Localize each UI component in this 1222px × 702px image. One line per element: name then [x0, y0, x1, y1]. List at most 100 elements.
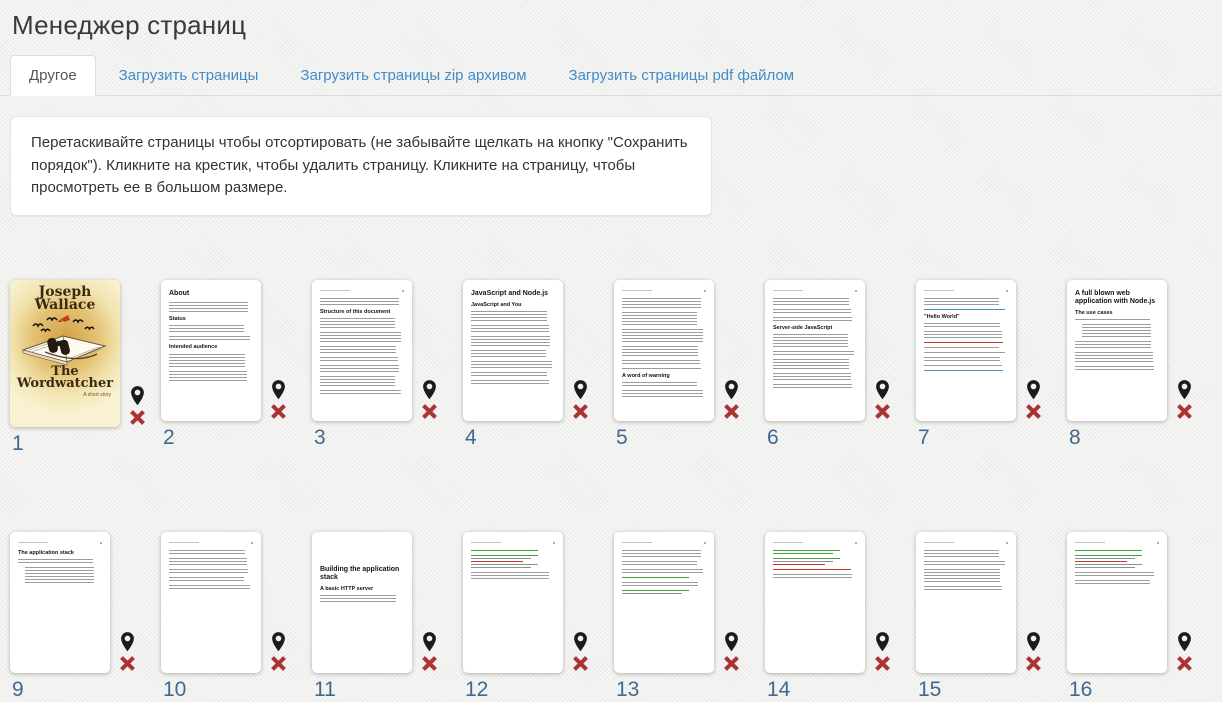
- instructions-text: Перетаскивайте страницы чтобы отсортиров…: [31, 132, 691, 200]
- page-cell: A word of warning5: [614, 280, 765, 456]
- thumb-text-lines: [320, 346, 396, 353]
- page-thumb-and-controls: [161, 532, 312, 673]
- page-thumbnail[interactable]: Structure of this document: [312, 280, 412, 421]
- page-thumbnail[interactable]: AboutStatusIntended audience: [161, 280, 261, 421]
- delete-x-icon[interactable]: [873, 654, 892, 673]
- location-pin-icon[interactable]: [1025, 379, 1042, 401]
- page-number: 12: [463, 678, 614, 702]
- thumb-code-line: [1075, 564, 1142, 565]
- delete-x-icon[interactable]: [128, 408, 147, 427]
- location-pin-icon[interactable]: [572, 379, 589, 401]
- page-thumbnail[interactable]: A full blown web application with Node.j…: [1067, 280, 1167, 421]
- delete-x-icon[interactable]: [1024, 402, 1043, 421]
- thumb-text-lines: [622, 298, 701, 308]
- tab-upload-pdf[interactable]: Загрузить страницы pdf файлом: [550, 55, 814, 96]
- thumb-text-lines: [924, 569, 1000, 582]
- delete-x-icon[interactable]: [118, 654, 137, 673]
- thumb-running-header-title: [773, 542, 803, 543]
- thumb-text-lines: [773, 351, 854, 355]
- thumb-running-header-title: [622, 290, 652, 291]
- delete-x-icon[interactable]: [571, 402, 590, 421]
- thumb-running-header-pagenum: [251, 542, 253, 544]
- page-cell: 12: [463, 532, 614, 702]
- delete-x-icon[interactable]: [269, 402, 288, 421]
- location-pin-icon[interactable]: [1176, 379, 1193, 401]
- page-controls: [420, 379, 439, 421]
- location-pin-icon[interactable]: [270, 631, 287, 653]
- location-pin-icon[interactable]: [572, 631, 589, 653]
- thumb-text-lines: [924, 586, 1002, 590]
- page-cell: JavaScript and Node.jsJavaScript and You…: [463, 280, 614, 456]
- delete-x-icon[interactable]: [1175, 654, 1194, 673]
- thumb-text-lines: [169, 577, 244, 581]
- location-pin-icon[interactable]: [874, 631, 891, 653]
- page-thumbnail[interactable]: [1067, 532, 1167, 673]
- page-cell: Structure of this document3: [312, 280, 463, 456]
- delete-x-icon[interactable]: [1175, 402, 1194, 421]
- tab-upload-pages[interactable]: Загрузить страницы: [100, 55, 278, 96]
- page-thumbnail[interactable]: JavaScript and Node.jsJavaScript and You: [463, 280, 563, 421]
- page-controls: [1024, 631, 1043, 673]
- location-pin-icon[interactable]: [723, 379, 740, 401]
- tab-upload-zip[interactable]: Загрузить страницы zip архивом: [281, 55, 545, 96]
- delete-x-icon[interactable]: [722, 654, 741, 673]
- page-thumb-and-controls: [614, 532, 765, 673]
- thumb-text-lines: [773, 569, 851, 570]
- page-thumbnail[interactable]: A word of warning: [614, 280, 714, 421]
- thumb-running-header-pagenum: [855, 542, 857, 544]
- page-thumbnail[interactable]: [765, 532, 865, 673]
- location-pin-icon[interactable]: [1025, 631, 1042, 653]
- thumb-text-lines: [622, 312, 697, 325]
- thumb-subheading: A word of warning: [622, 373, 706, 380]
- page-cell: 15: [916, 532, 1067, 702]
- thumb-code-line: [471, 561, 523, 562]
- thumb-text-lines: [320, 318, 395, 328]
- thumb-code-line: [622, 577, 689, 578]
- tab-other[interactable]: Другое: [10, 55, 96, 96]
- location-pin-icon[interactable]: [723, 631, 740, 653]
- thumb-bullet-list: [25, 567, 94, 583]
- page-number: 14: [765, 678, 916, 702]
- thumb-heading: JavaScript and Node.js: [471, 290, 555, 298]
- page-thumbnail[interactable]: [916, 532, 1016, 673]
- page-thumbnail[interactable]: Server-side JavaScript: [765, 280, 865, 421]
- thumb-code-block: [773, 550, 857, 554]
- thumb-text-lines: [622, 329, 703, 342]
- page-thumbnail[interactable]: [614, 532, 714, 673]
- location-pin-icon[interactable]: [129, 385, 146, 407]
- location-pin-icon[interactable]: [421, 379, 438, 401]
- thumb-text-lines: [773, 298, 849, 305]
- thumb-code-line: [773, 564, 825, 565]
- page-thumbnail[interactable]: Joseph WallaceThe WordwatcherA short sto…: [10, 280, 120, 427]
- delete-x-icon[interactable]: [269, 654, 288, 673]
- delete-x-icon[interactable]: [873, 402, 892, 421]
- page-controls: [118, 631, 137, 673]
- page-thumbnail[interactable]: The application stack: [10, 532, 110, 673]
- page-thumb-and-controls: Structure of this document: [312, 280, 463, 421]
- thumb-text-lines: [924, 561, 1005, 565]
- page-thumbnail[interactable]: "Hello World": [916, 280, 1016, 421]
- page-number: 6: [765, 426, 916, 450]
- page-thumbnail[interactable]: [463, 532, 563, 673]
- delete-x-icon[interactable]: [1024, 654, 1043, 673]
- delete-x-icon[interactable]: [571, 654, 590, 673]
- page-thumbnail[interactable]: [161, 532, 261, 673]
- thumb-subheading: Intended audience: [169, 344, 253, 351]
- location-pin-icon[interactable]: [270, 379, 287, 401]
- location-pin-icon[interactable]: [421, 631, 438, 653]
- cover-tagline: A short story: [83, 392, 111, 398]
- delete-x-icon[interactable]: [420, 654, 439, 673]
- thumb-text-lines: [320, 357, 398, 361]
- thumb-running-header-pagenum: [1006, 290, 1008, 292]
- delete-x-icon[interactable]: [420, 402, 439, 421]
- thumb-text-lines: [622, 368, 701, 369]
- location-pin-icon[interactable]: [119, 631, 136, 653]
- location-pin-icon[interactable]: [874, 379, 891, 401]
- thumb-bullet-list: [1082, 324, 1151, 337]
- delete-x-icon[interactable]: [722, 402, 741, 421]
- page-thumbnail[interactable]: Building the application stackA basic HT…: [312, 532, 412, 673]
- page-number: 9: [10, 678, 161, 702]
- page-controls: [1175, 631, 1194, 673]
- thumb-code-block: [622, 577, 706, 578]
- location-pin-icon[interactable]: [1176, 631, 1193, 653]
